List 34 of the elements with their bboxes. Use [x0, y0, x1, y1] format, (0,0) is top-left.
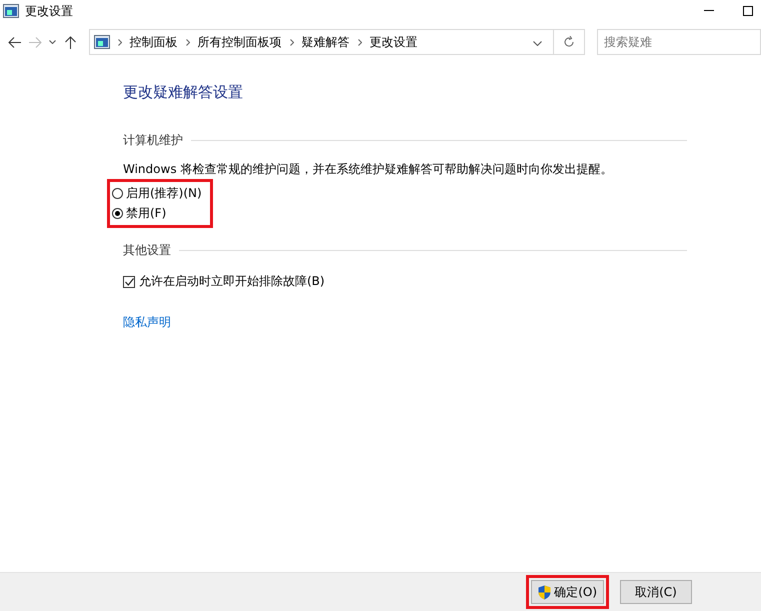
chevron-down-icon[interactable]: [49, 40, 56, 44]
chevron-down-icon[interactable]: [533, 41, 542, 46]
checkbox-label[interactable]: 允许在启动时立即开始排除故障(B): [139, 273, 325, 290]
ok-button[interactable]: 确定(O): [531, 580, 604, 604]
control-panel-icon: [94, 35, 110, 49]
back-arrow-icon[interactable]: [8, 36, 21, 48]
refresh-icon[interactable]: [562, 36, 575, 48]
privacy-link[interactable]: 隐私声明: [123, 314, 171, 331]
breadcrumb-item[interactable]: 所有控制面板项: [198, 34, 282, 50]
checkbox[interactable]: [123, 276, 135, 288]
chevron-right-icon: [358, 38, 362, 46]
breadcrumb-item[interactable]: 疑难解答: [302, 34, 350, 50]
maximize-icon[interactable]: [743, 6, 753, 16]
chevron-right-icon: [186, 38, 190, 46]
page-heading: 更改疑难解答设置: [123, 83, 244, 102]
breadcrumb-item[interactable]: 更改设置: [370, 34, 418, 50]
radio-button[interactable]: [112, 208, 123, 219]
group-title: 其他设置: [123, 242, 171, 259]
control-panel-icon: [3, 4, 19, 18]
minimize-icon[interactable]: [704, 10, 714, 12]
breadcrumb-item[interactable]: 控制面板: [130, 34, 178, 50]
group-title: 计算机维护: [123, 132, 183, 149]
address-bar[interactable]: 控制面板 所有控制面板项 疑难解答 更改设置: [88, 29, 585, 55]
description-text: Windows 将检查常规的维护问题，并在系统维护疑难解答可帮助解决问题时向你发出提醒。: [123, 161, 614, 178]
window-title: 更改设置: [25, 2, 74, 20]
radio-button[interactable]: [112, 188, 123, 199]
radio-label[interactable]: 禁用(F): [126, 205, 166, 222]
search-field[interactable]: 搜索疑难: [596, 29, 761, 55]
chevron-right-icon: [290, 38, 294, 46]
shield-icon: [538, 584, 552, 600]
radio-label[interactable]: 启用(推荐)(N): [126, 185, 202, 202]
cancel-button[interactable]: 取消(C): [620, 580, 692, 604]
up-arrow-icon[interactable]: [64, 36, 76, 48]
chevron-right-icon: [118, 38, 122, 46]
